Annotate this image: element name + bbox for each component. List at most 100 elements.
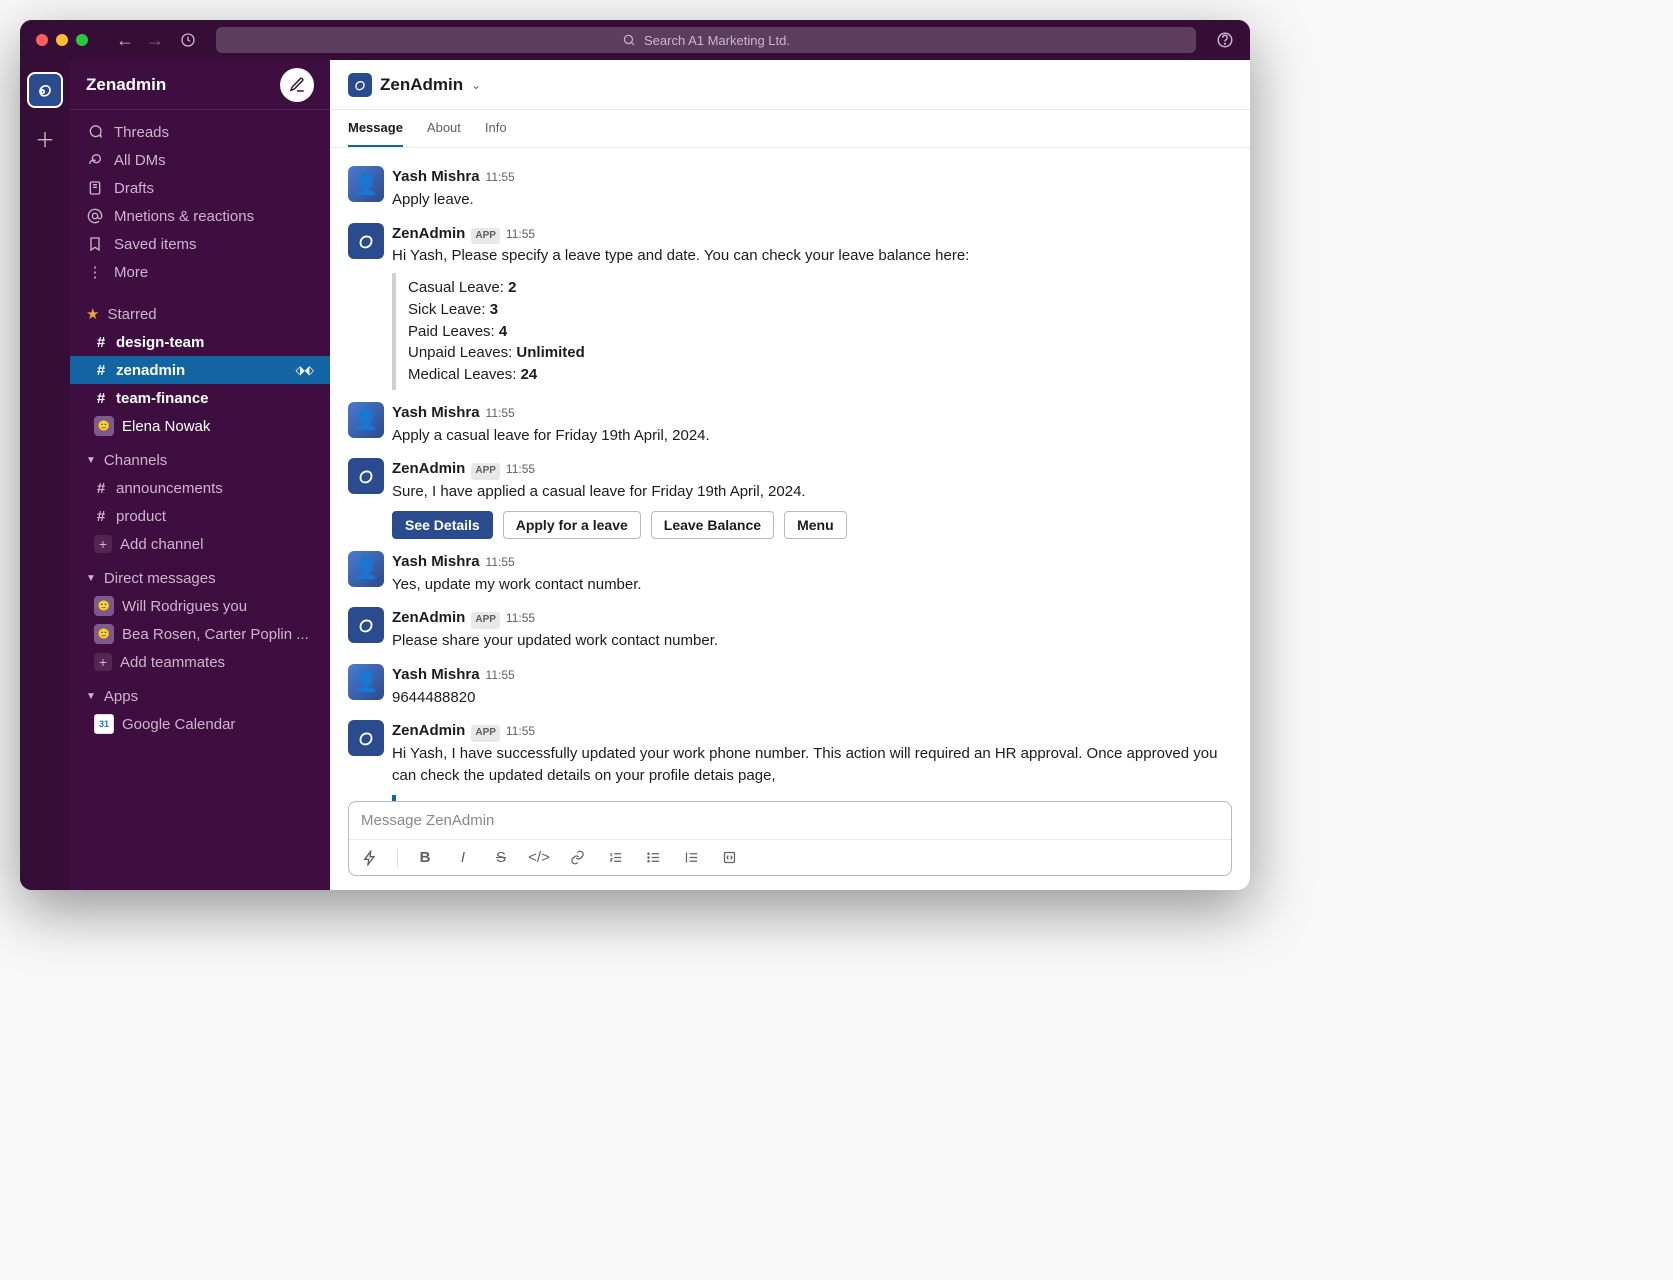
sidebar-item-label: Add teammates [120, 654, 225, 671]
action-button[interactable]: Menu [784, 511, 847, 539]
workspace-header[interactable]: Zenadmin [70, 60, 330, 110]
italic-icon[interactable]: I [452, 849, 474, 866]
star-icon: ★ [86, 305, 99, 323]
message-author[interactable]: ZenAdmin [392, 720, 465, 742]
back-button[interactable]: ← [116, 30, 134, 51]
action-button[interactable]: Apply for a leave [503, 511, 641, 539]
tab-info[interactable]: Info [485, 110, 507, 147]
chevron-down-icon: ▼ [86, 573, 96, 584]
message-author[interactable]: ZenAdmin [392, 607, 465, 629]
sidebar-item-dms[interactable]: All DMs [70, 146, 330, 174]
sidebar-section-starred[interactable]: ★ Starred [70, 300, 330, 328]
sidebar-item[interactable]: +Add teammates [70, 648, 330, 676]
message: ZenAdminAPP11:55Sure, I have applied a c… [348, 458, 1232, 539]
blockquote-icon[interactable] [680, 850, 702, 865]
dms-list: 🙂Will Rodrigues you🙂Bea Rosen, Carter Po… [70, 592, 330, 676]
bot-avatar[interactable] [348, 458, 384, 494]
channel-header[interactable]: ZenAdmin ⌄ [330, 60, 1250, 110]
sidebar-item[interactable]: #design-team [70, 328, 330, 356]
workspace-name: Zenadmin [86, 75, 166, 95]
sidebar-item-label: Add channel [120, 536, 203, 553]
sidebar-item[interactable]: 31Google Calendar [70, 710, 330, 738]
sidebar-nav: Threads All DMs Drafts Mnetions & reacti… [70, 110, 330, 294]
code-icon[interactable]: </> [528, 849, 550, 866]
message: 👤Yash Mishra11:559644488820 [348, 664, 1232, 709]
app-window: ← → Search A1 Marketing Ltd. ＋ Zenadmin [20, 20, 1250, 890]
sidebar-item[interactable]: #team-finance [70, 384, 330, 412]
message-author[interactable]: ZenAdmin [392, 458, 465, 480]
message: 👤 Yash Mishra 11:55 Yes, update my work con… [348, 551, 1232, 596]
add-workspace-button[interactable]: ＋ [35, 124, 55, 153]
message-input[interactable] [349, 802, 1231, 839]
user-avatar[interactable]: 👤 [348, 402, 384, 438]
hash-icon: # [94, 362, 108, 379]
strike-icon[interactable]: S [490, 849, 512, 866]
sidebar-item-more[interactable]: ⋮ More [70, 258, 330, 286]
message-author[interactable]: Yash Mishra [392, 664, 480, 686]
forward-button[interactable]: → [146, 30, 164, 51]
message-text: Yes, update my work contact number. [392, 574, 1232, 596]
sidebar-item-saved[interactable]: Saved items [70, 230, 330, 258]
message-time: 11:55 [486, 405, 515, 422]
close-window-button[interactable] [36, 34, 48, 46]
sidebar-section-channels[interactable]: ▼ Channels [70, 446, 330, 474]
message-author[interactable]: Yash Mishra [392, 551, 480, 573]
message-time: 11:55 [486, 554, 515, 571]
sidebar-item-threads[interactable]: Threads [70, 118, 330, 146]
message-text: Please share your updated work contact n… [392, 630, 1232, 652]
app-badge: APP [471, 612, 500, 629]
ordered-list-icon[interactable] [604, 850, 626, 865]
message: ZenAdminAPP11:55Hi Yash, Please specify … [348, 223, 1232, 390]
sync-icon: ⬗⬖ [296, 363, 314, 377]
avatar-icon: 🙂 [94, 596, 114, 616]
sidebar-item-drafts[interactable]: Drafts [70, 174, 330, 202]
sidebar-item[interactable]: 🙂Elena Nowak [70, 412, 330, 440]
sidebar-item[interactable]: # announcements [70, 474, 330, 502]
user-avatar[interactable]: 👤 [348, 166, 384, 202]
bot-avatar[interactable] [348, 607, 384, 643]
sidebar-item[interactable]: +Add channel [70, 530, 330, 558]
sidebar-item[interactable]: #product [70, 502, 330, 530]
search-input[interactable]: Search A1 Marketing Ltd. [216, 27, 1196, 53]
sidebar-section-apps[interactable]: ▼ Apps [70, 682, 330, 710]
sidebar-item-label: design-team [116, 334, 204, 351]
compose-icon [288, 76, 306, 94]
app-badge: APP [471, 228, 500, 245]
message-author[interactable]: ZenAdmin [392, 223, 465, 245]
sidebar-item[interactable]: 🙂Bea Rosen, Carter Poplin ... [70, 620, 330, 648]
history-icon[interactable] [180, 32, 196, 48]
workspace-switcher[interactable] [27, 72, 63, 108]
hash-icon: # [94, 480, 108, 497]
user-avatar[interactable]: 👤 [348, 551, 384, 587]
user-avatar[interactable]: 👤 [348, 664, 384, 700]
sidebar-section-dms[interactable]: ▼ Direct messages [70, 564, 330, 592]
mentions-icon [86, 208, 104, 224]
action-button[interactable]: Leave Balance [651, 511, 774, 539]
bullet-list-icon[interactable] [642, 850, 664, 865]
sidebar-item[interactable]: 🙂Will Rodrigues you [70, 592, 330, 620]
composer-toolbar: B I S </> [349, 839, 1231, 875]
sidebar-item[interactable]: #zenadmin⬗⬖ [70, 356, 330, 384]
bot-avatar[interactable] [348, 720, 384, 756]
help-icon[interactable] [1216, 31, 1234, 49]
sidebar-item-mentions[interactable]: Mnetions & reactions [70, 202, 330, 230]
tab-message[interactable]: Message [348, 110, 403, 147]
sidebar-item-label: announcements [116, 480, 223, 497]
compose-button[interactable] [280, 68, 314, 102]
action-button[interactable]: See Details [392, 511, 493, 539]
app-badge: APP [471, 725, 500, 742]
search-icon [622, 33, 636, 47]
code-block-icon[interactable] [718, 850, 740, 865]
message-author[interactable]: Yash Mishra [392, 166, 480, 188]
maximize-window-button[interactable] [76, 34, 88, 46]
link-icon[interactable] [566, 850, 588, 865]
tab-about[interactable]: About [427, 110, 461, 147]
sidebar-item-label: Google Calendar [122, 716, 235, 733]
message-author[interactable]: Yash Mishra [392, 402, 480, 424]
avatar-icon: 🙂 [94, 416, 114, 436]
shortcuts-icon[interactable] [359, 850, 381, 866]
bot-avatar[interactable] [348, 223, 384, 259]
minimize-window-button[interactable] [56, 34, 68, 46]
bold-icon[interactable]: B [414, 849, 436, 866]
dms-icon [86, 152, 104, 168]
